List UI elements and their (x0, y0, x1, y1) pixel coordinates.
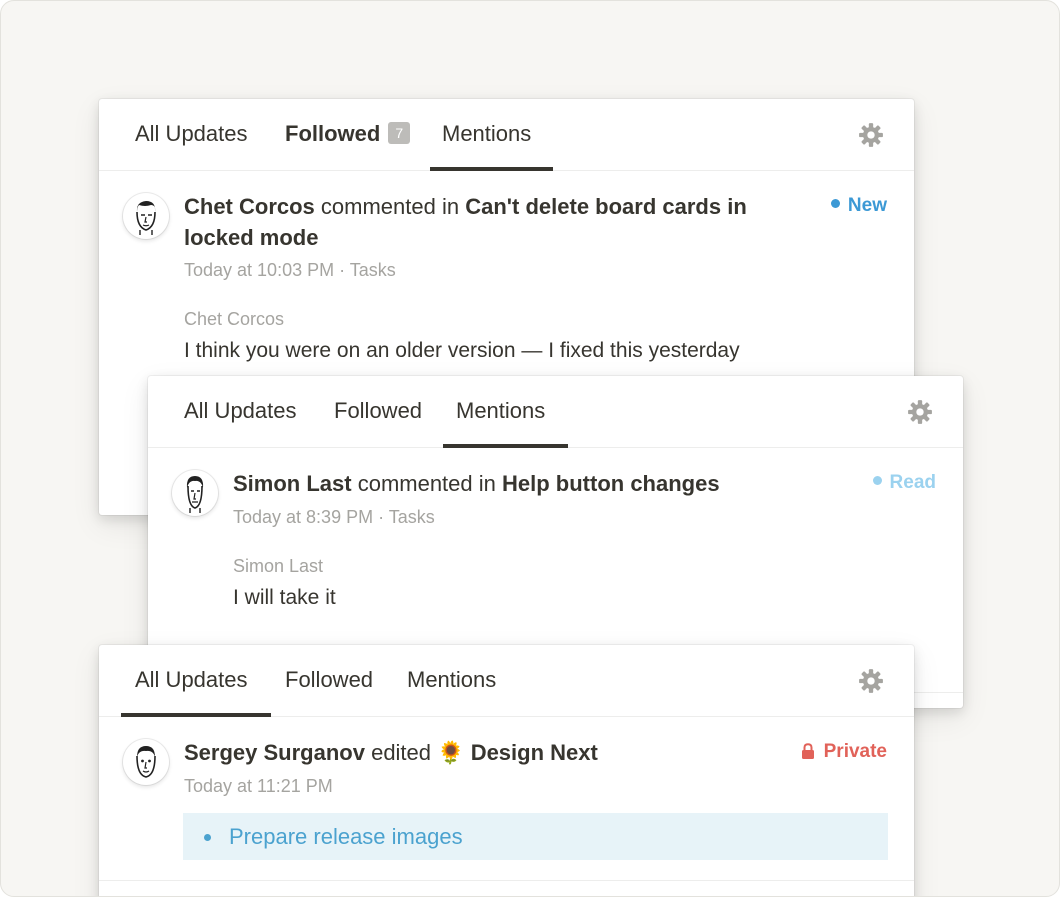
avatar[interactable] (172, 470, 218, 516)
location-link[interactable]: Tasks (389, 507, 435, 527)
avatar-face-icon (186, 476, 204, 513)
gear-icon[interactable] (907, 399, 933, 425)
timestamp-line: Today at 11:21 PM (184, 776, 333, 797)
timestamp-line: Today at 10:03 PM · Tasks (184, 260, 396, 281)
background-frame: All Updates Followed 7 Mentions Chet Cor… (0, 0, 1060, 897)
timestamp: Today at 11:21 PM (184, 776, 333, 796)
avatar[interactable] (123, 739, 169, 785)
action-verb: commented in (357, 471, 496, 496)
status-dot (872, 476, 882, 485)
tab-all-updates[interactable]: All Updates (184, 376, 297, 447)
status-badge-private: Private (801, 741, 887, 763)
bullet-item-text[interactable]: Prepare release images (229, 813, 463, 861)
tab-all-updates[interactable]: All Updates (135, 645, 248, 716)
tab-mentions[interactable]: Mentions (442, 99, 531, 170)
avatar-face-icon (136, 201, 156, 235)
page-link[interactable]: Design Next (471, 740, 598, 765)
status-dot (830, 199, 840, 208)
status-badge-new: New (830, 195, 887, 217)
avatar[interactable] (123, 193, 169, 239)
tab-mentions[interactable]: Mentions (456, 376, 545, 447)
notification-headline: Chet Corcos commented in Can't delete bo… (184, 191, 824, 253)
actor-name[interactable]: Chet Corcos (184, 194, 315, 219)
actor-name[interactable]: Sergey Surganov (184, 740, 365, 765)
page-title-line2: locked mode (184, 225, 319, 250)
tab-followed[interactable]: Followed (285, 645, 373, 716)
gear-icon[interactable] (858, 122, 884, 148)
active-tab-indicator (121, 713, 271, 717)
meta-separator: · (378, 507, 385, 527)
actor-name[interactable]: Simon Last (233, 471, 352, 496)
timestamp: Today at 8:39 PM (233, 507, 374, 527)
tab-bar: All Updates Followed 7 Mentions (99, 99, 914, 171)
comment-text[interactable]: I think you were on an older version — I… (184, 339, 740, 363)
tab-followed[interactable]: Followed (334, 376, 422, 447)
tab-followed[interactable]: Followed 7 (285, 99, 411, 170)
location-link[interactable]: Tasks (350, 260, 396, 280)
avatar-face-icon (136, 746, 156, 778)
status-label: Private (823, 741, 887, 762)
page-emoji-icon: 🌻 (437, 740, 465, 765)
gear-icon[interactable] (858, 668, 884, 694)
timestamp-line: Today at 8:39 PM · Tasks (233, 507, 435, 528)
status-label: New (847, 195, 887, 216)
active-tab-indicator (430, 167, 553, 171)
tab-mentions[interactable]: Mentions (407, 645, 496, 716)
meta-separator: · (339, 260, 346, 280)
comment-text[interactable]: I will take it (233, 586, 336, 610)
status-label: Read (889, 472, 936, 493)
page-title-line1: Can't delete board cards in (465, 194, 747, 219)
notification-headline: Simon Last commented in Help button chan… (233, 468, 720, 499)
divider (99, 880, 914, 881)
bullet-icon (204, 834, 211, 841)
notification-headline: Sergey Surganov edited 🌻 Design Next (184, 737, 598, 768)
page-link[interactable]: Help button changes (502, 471, 720, 496)
timestamp: Today at 10:03 PM (184, 260, 335, 280)
tab-label: Followed (285, 121, 381, 146)
tab-all-updates[interactable]: All Updates (135, 99, 248, 170)
tab-bar: All Updates Followed Mentions (99, 645, 914, 717)
lock-icon (801, 743, 814, 759)
comment-author: Chet Corcos (184, 309, 285, 329)
action-verb: commented in (320, 194, 460, 219)
followed-count-badge: 7 (388, 122, 411, 144)
status-badge-read: Read (872, 472, 936, 494)
edited-block-highlight: Prepare release images (183, 813, 888, 860)
comment-author: Simon Last (233, 556, 324, 576)
updates-panel-all: All Updates Followed Mentions Sergey Sur… (99, 645, 914, 896)
active-tab-indicator (443, 444, 568, 448)
tab-bar: All Updates Followed Mentions (148, 376, 963, 448)
action-verb: edited (371, 740, 432, 765)
